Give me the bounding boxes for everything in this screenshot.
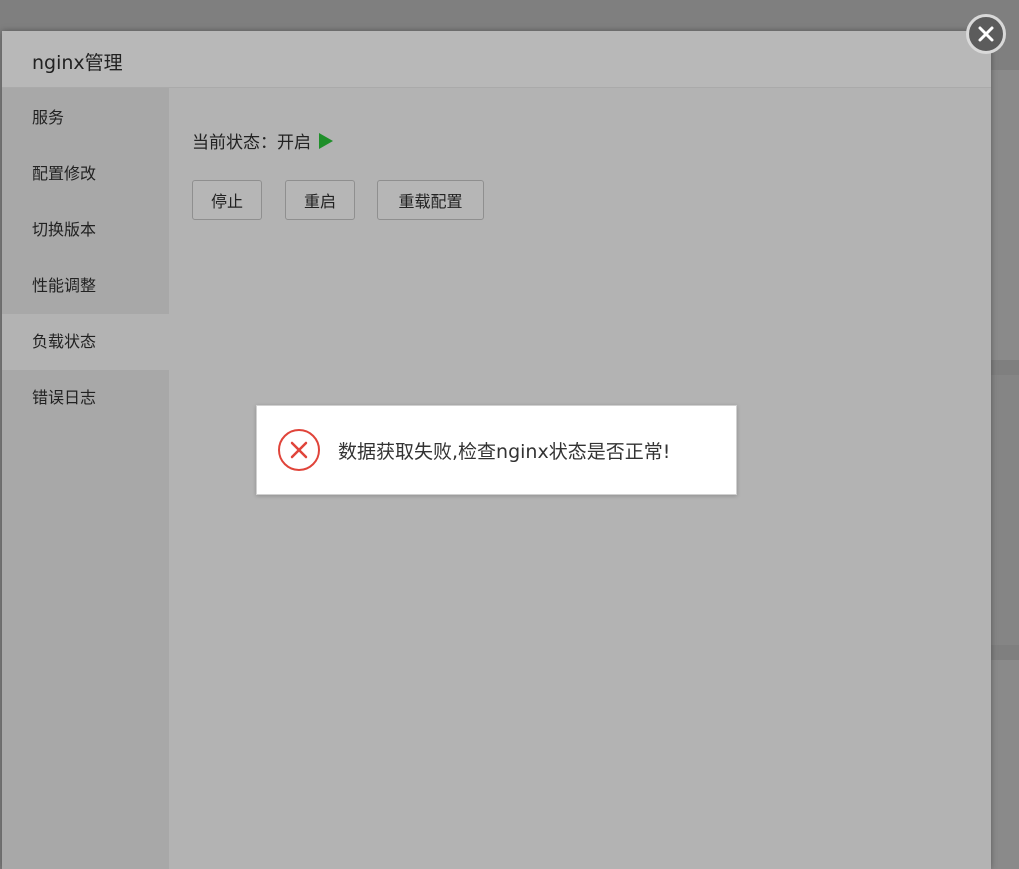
sidebar-item-label: 性能调整	[32, 276, 97, 295]
sidebar-item-config-edit[interactable]: 配置修改	[2, 146, 169, 202]
play-icon	[319, 132, 333, 149]
dialog-title: nginx管理	[32, 52, 123, 74]
error-icon-glyph	[290, 441, 308, 459]
background-panel	[990, 375, 1019, 645]
sidebar-item-label: 错误日志	[32, 388, 97, 407]
sidebar-item-label: 服务	[32, 108, 65, 127]
background-panel	[990, 70, 1019, 360]
sidebar-item-load-status[interactable]: 负载状态	[2, 314, 169, 370]
error-icon	[278, 429, 320, 471]
error-toast: 数据获取失败,检查nginx状态是否正常!	[256, 405, 737, 495]
sidebar-item-error-log[interactable]: 错误日志	[2, 370, 169, 426]
sidebar-item-label: 负载状态	[32, 332, 97, 351]
sidebar-item-performance-tuning[interactable]: 性能调整	[2, 258, 169, 314]
sidebar-item-label: 切换版本	[32, 220, 97, 239]
sidebar-item-service[interactable]: 服务	[2, 90, 169, 146]
status-label: 当前状态：	[192, 133, 277, 153]
close-icon[interactable]	[966, 14, 1006, 54]
status-value: 开启	[277, 133, 311, 153]
reload-config-button[interactable]: 重载配置	[377, 180, 484, 220]
current-status: 当前状态： 开启	[192, 128, 333, 153]
dialog-header: nginx管理	[2, 31, 991, 88]
sidebar: 服务 配置修改 切换版本 性能调整 负载状态 错误日志	[2, 88, 169, 869]
error-message: 数据获取失败,检查nginx状态是否正常!	[338, 440, 671, 463]
stop-button[interactable]: 停止	[192, 180, 262, 220]
close-icon-glyph	[978, 26, 994, 42]
sidebar-item-switch-version[interactable]: 切换版本	[2, 202, 169, 258]
sidebar-item-label: 配置修改	[32, 164, 97, 183]
restart-button[interactable]: 重启	[285, 180, 355, 220]
background-panel	[990, 660, 1019, 869]
